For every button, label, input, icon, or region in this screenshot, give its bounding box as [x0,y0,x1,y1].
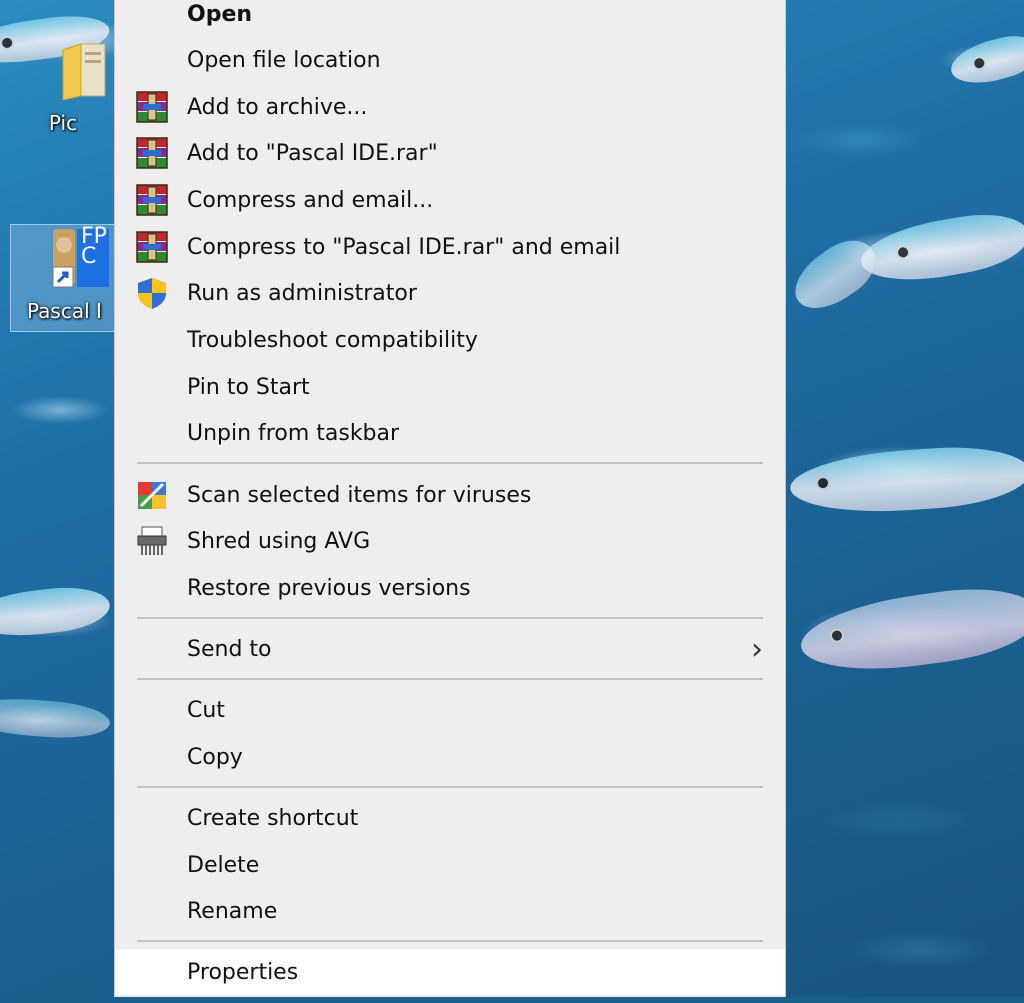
menu-item-create-shortcut[interactable]: Create shortcut [115,795,785,841]
menu-item-rename[interactable]: Rename [115,888,785,934]
menu-item-label: Run as administrator [187,280,417,306]
menu-item-run-as-administrator[interactable]: Run as administrator [115,270,785,316]
winrar-icon [135,230,169,264]
wallpaper-fish [788,441,1024,519]
menu-item-label: Compress and email... [187,187,434,213]
menu-item-restore-previous-versions[interactable]: Restore previous versions [115,565,785,611]
menu-item-add-to-archive[interactable]: Add to archive... [115,84,785,130]
chevron-right-icon: › [751,631,763,667]
wallpaper-fish [796,578,1024,682]
winrar-icon [135,90,169,124]
menu-item-send-to[interactable]: Send to › [115,626,785,672]
menu-item-add-to-pascal-ide-rar[interactable]: Add to "Pascal IDE.rar" [115,130,785,176]
menu-item-cut[interactable]: Cut [115,687,785,733]
shortcut-badge-text: FPC [81,224,107,269]
context-menu: Open Open file location Add to archive... A… [114,0,786,997]
folder-icon [62,43,106,101]
menu-separator [137,786,763,788]
menu-item-label: Compress to "Pascal IDE.rar" and email [187,234,621,260]
menu-item-compress-and-email[interactable]: Compress and email... [115,177,785,223]
menu-item-scan-selected-items-for-viruses[interactable]: Scan selected items for viruses [115,472,785,518]
menu-item-label: Add to archive... [187,94,368,120]
menu-item-open-file-location[interactable]: Open file location [115,37,785,83]
menu-item-label: Rename [187,898,278,924]
menu-item-label: Send to [187,636,272,662]
menu-separator [137,678,763,680]
menu-item-label: Copy [187,744,243,770]
menu-item-unpin-from-taskbar[interactable]: Unpin from taskbar [115,410,785,456]
menu-item-label: Open [187,1,253,27]
wallpaper-fish [946,29,1024,91]
menu-item-label: Properties [187,959,299,985]
menu-item-troubleshoot-compatibility[interactable]: Troubleshoot compatibility [115,317,785,363]
desktop-icon-pascal-ide[interactable]: FPC Pascal I [10,224,116,332]
wallpaper-fish [0,694,112,742]
uac-shield-icon [135,276,169,310]
menu-separator [137,617,763,619]
menu-item-label: Delete [187,852,260,878]
avg-scan-icon [135,478,169,512]
menu-item-delete[interactable]: Delete [115,842,785,888]
menu-item-pin-to-start[interactable]: Pin to Start [115,364,785,410]
wallpaper-fish [783,228,887,322]
menu-item-label: Create shortcut [187,805,359,831]
menu-item-label: Pin to Start [187,374,310,400]
menu-item-open[interactable]: Open [115,0,785,37]
menu-separator [137,462,763,464]
menu-item-label: Troubleshoot compatibility [187,327,478,353]
menu-item-label: Unpin from taskbar [187,420,400,446]
menu-item-copy[interactable]: Copy [115,734,785,780]
menu-item-label: Add to "Pascal IDE.rar" [187,140,438,166]
menu-item-label: Shred using AVG [187,528,371,554]
desktop-icon-label-wrap: Pascal I [27,299,102,323]
wallpaper-fish [0,582,112,642]
menu-item-label: Scan selected items for viruses [187,482,532,508]
desktop-icon-label: Pascal I [27,299,102,323]
winrar-icon [135,183,169,217]
menu-item-compress-to-pascal-ide-rar-and-email[interactable]: Compress to "Pascal IDE.rar" and email [115,224,785,270]
desktop-icon-label: Pic [48,111,78,135]
menu-item-label: Restore previous versions [187,575,471,601]
menu-item-label: Open file location [187,47,381,73]
menu-item-properties[interactable]: Properties [115,949,785,995]
menu-item-label: Cut [187,697,225,723]
shredder-icon [135,524,169,558]
menu-item-shred-using-avg[interactable]: Shred using AVG [115,518,785,564]
winrar-icon [135,136,169,170]
menu-separator [137,940,763,942]
wallpaper-fish [856,205,1024,291]
